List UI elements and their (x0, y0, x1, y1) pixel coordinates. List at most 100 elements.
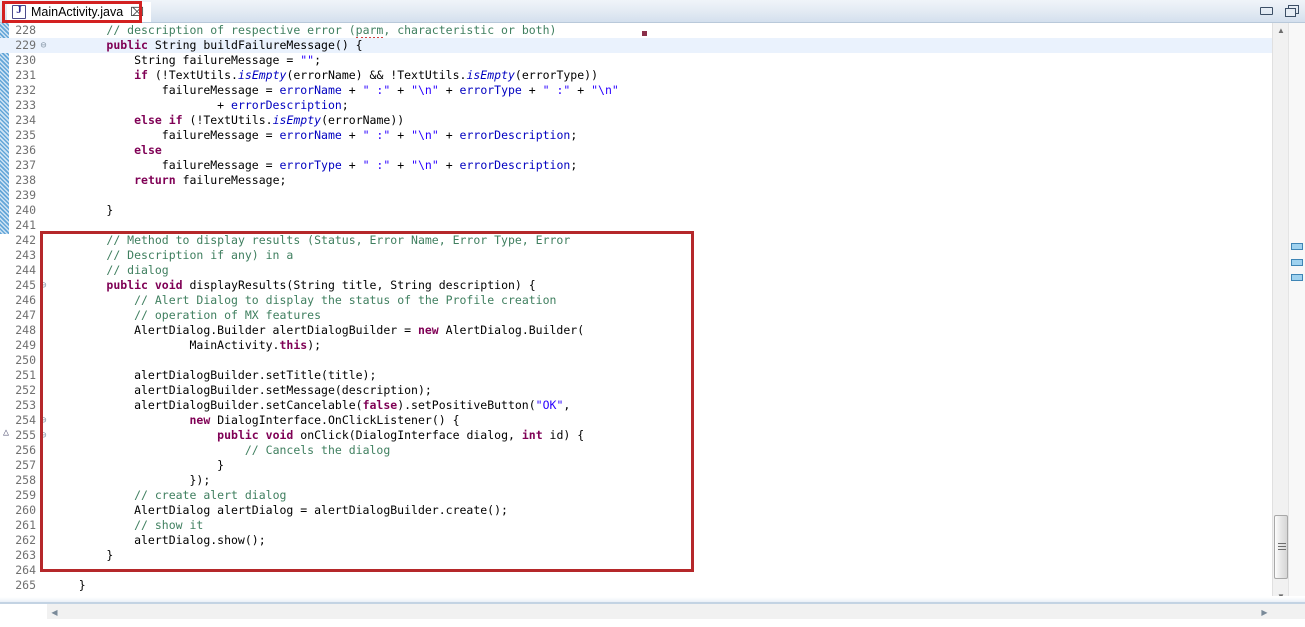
code-token: + (570, 83, 591, 97)
code-text[interactable]: alertDialogBuilder.setCancelable(false).… (49, 398, 1272, 413)
code-line[interactable]: 249 MainActivity.this); (0, 338, 1272, 353)
code-text[interactable]: alertDialogBuilder.setTitle(title); (49, 368, 1272, 383)
code-line[interactable]: 265 } (0, 578, 1272, 593)
code-token: this (279, 338, 307, 352)
code-line[interactable]: 239 (0, 188, 1272, 203)
fold-collapse-icon[interactable]: ⊖ (38, 431, 49, 441)
code-line[interactable]: 232 failureMessage = errorName + " :" + … (0, 83, 1272, 98)
code-text[interactable]: // operation of MX features (49, 308, 1272, 323)
minimize-icon[interactable] (1259, 4, 1273, 17)
code-text[interactable]: failureMessage = errorName + " :" + "\n"… (49, 83, 1272, 98)
code-line[interactable]: 237 failureMessage = errorType + " :" + … (0, 158, 1272, 173)
code-line[interactable]: 253 alertDialogBuilder.setCancelable(fal… (0, 398, 1272, 413)
code-line[interactable]: 241 (0, 218, 1272, 233)
code-line[interactable]: 243 // Description if any) in a (0, 248, 1272, 263)
code-text[interactable]: // dialog (49, 263, 1272, 278)
horizontal-scrollbar[interactable]: ◀ ▶ (47, 603, 1272, 619)
vertical-scrollbar-thumb[interactable] (1274, 515, 1288, 579)
code-line[interactable]: 247 // operation of MX features (0, 308, 1272, 323)
code-line[interactable]: 248 AlertDialog.Builder alertDialogBuild… (0, 323, 1272, 338)
code-text[interactable]: // description of respective error (parm… (49, 23, 1272, 38)
code-text[interactable]: // Alert Dialog to display the status of… (49, 293, 1272, 308)
code-line[interactable]: 264 (0, 563, 1272, 578)
code-line[interactable]: 263 } (0, 548, 1272, 563)
code-text[interactable]: failureMessage = errorType + " :" + "\n"… (49, 158, 1272, 173)
code-token: " :" (363, 83, 391, 97)
code-line[interactable]: 244 // dialog (0, 263, 1272, 278)
code-text[interactable]: // show it (49, 518, 1272, 533)
code-content[interactable]: 228 // description of respective error (… (0, 23, 1272, 603)
code-text[interactable]: alertDialog.show(); (49, 533, 1272, 548)
code-line[interactable]: 229⊖ public String buildFailureMessage()… (0, 38, 1272, 53)
overview-ruler-marker[interactable] (1291, 259, 1303, 266)
overview-ruler[interactable] (1288, 23, 1305, 603)
fold-collapse-icon[interactable]: ⊖ (38, 281, 49, 291)
code-text[interactable]: MainActivity.this); (49, 338, 1272, 353)
code-text[interactable]: } (49, 203, 1272, 218)
code-text[interactable]: public void displayResults(String title,… (49, 278, 1272, 293)
code-line[interactable]: 234 else if (!TextUtils.isEmpty(errorNam… (0, 113, 1272, 128)
code-text[interactable]: new DialogInterface.OnClickListener() { (49, 413, 1272, 428)
code-token (148, 278, 155, 292)
code-text[interactable]: failureMessage = errorName + " :" + "\n"… (49, 128, 1272, 143)
code-line[interactable]: 236 else (0, 143, 1272, 158)
code-text[interactable]: return failureMessage; (49, 173, 1272, 188)
code-text[interactable]: // create alert dialog (49, 488, 1272, 503)
code-editor[interactable]: 228 // description of respective error (… (0, 23, 1305, 627)
code-text[interactable]: alertDialogBuilder.setMessage(descriptio… (49, 383, 1272, 398)
code-text[interactable]: } (49, 578, 1272, 593)
code-line[interactable]: 252 alertDialogBuilder.setMessage(descri… (0, 383, 1272, 398)
line-number: 263 (0, 548, 38, 563)
code-text[interactable]: + errorDescription; (49, 98, 1272, 113)
code-line[interactable]: 235 failureMessage = errorName + " :" + … (0, 128, 1272, 143)
editor-tab-mainactivity[interactable]: MainActivity.java ⌧ (7, 2, 151, 22)
code-line[interactable]: 257 } (0, 458, 1272, 473)
code-line[interactable]: 255⊖ public void onClick(DialogInterface… (0, 428, 1272, 443)
code-line[interactable]: 230 String failureMessage = ""; (0, 53, 1272, 68)
code-line[interactable]: 261 // show it (0, 518, 1272, 533)
code-text[interactable]: // Description if any) in a (49, 248, 1272, 263)
code-line[interactable]: 250 (0, 353, 1272, 368)
code-text[interactable]: // Cancels the dialog (49, 443, 1272, 458)
code-text[interactable]: }); (49, 473, 1272, 488)
code-line[interactable]: 233 + errorDescription; (0, 98, 1272, 113)
code-line[interactable]: 262 alertDialog.show(); (0, 533, 1272, 548)
vertical-scrollbar[interactable]: ▲ ▼ (1272, 23, 1288, 603)
code-line[interactable]: 259 // create alert dialog (0, 488, 1272, 503)
code-text[interactable]: if (!TextUtils.isEmpty(errorName) && !Te… (49, 68, 1272, 83)
line-number: 249 (0, 338, 38, 353)
code-text[interactable]: else if (!TextUtils.isEmpty(errorName)) (49, 113, 1272, 128)
code-text[interactable]: AlertDialog alertDialog = alertDialogBui… (49, 503, 1272, 518)
code-text[interactable]: } (49, 548, 1272, 563)
code-line[interactable]: 240 } (0, 203, 1272, 218)
code-line[interactable]: 228 // description of respective error (… (0, 23, 1272, 38)
restore-icon[interactable] (1285, 4, 1299, 17)
overview-ruler-marker[interactable] (1291, 274, 1303, 281)
code-token: }); (51, 473, 210, 487)
fold-collapse-icon[interactable]: ⊖ (38, 41, 49, 51)
code-text[interactable]: public String buildFailureMessage() { (49, 38, 1272, 53)
scroll-left-icon[interactable]: ◀ (47, 604, 62, 620)
code-text[interactable]: String failureMessage = ""; (49, 53, 1272, 68)
code-line[interactable]: 260 AlertDialog alertDialog = alertDialo… (0, 503, 1272, 518)
code-text[interactable]: public void onClick(DialogInterface dial… (49, 428, 1272, 443)
code-text[interactable]: // Method to display results (Status, Er… (49, 233, 1272, 248)
code-token: ; (342, 98, 349, 112)
scroll-right-icon[interactable]: ▶ (1257, 604, 1272, 620)
code-line[interactable]: 245⊖ public void displayResults(String t… (0, 278, 1272, 293)
overview-ruler-marker[interactable] (1291, 243, 1303, 250)
code-line[interactable]: 231 if (!TextUtils.isEmpty(errorName) &&… (0, 68, 1272, 83)
code-line[interactable]: 256 // Cancels the dialog (0, 443, 1272, 458)
fold-collapse-icon[interactable]: ⊖ (38, 416, 49, 426)
close-icon[interactable]: ⌧ (130, 6, 144, 18)
code-line[interactable]: 242 // Method to display results (Status… (0, 233, 1272, 248)
code-line[interactable]: 258 }); (0, 473, 1272, 488)
code-text[interactable]: AlertDialog.Builder alertDialogBuilder =… (49, 323, 1272, 338)
code-line[interactable]: 251 alertDialogBuilder.setTitle(title); (0, 368, 1272, 383)
scroll-up-icon[interactable]: ▲ (1273, 23, 1289, 37)
code-text[interactable]: else (49, 143, 1272, 158)
code-text[interactable]: } (49, 458, 1272, 473)
code-line[interactable]: 238 return failureMessage; (0, 173, 1272, 188)
code-line[interactable]: 246 // Alert Dialog to display the statu… (0, 293, 1272, 308)
code-line[interactable]: 254⊖ new DialogInterface.OnClickListener… (0, 413, 1272, 428)
